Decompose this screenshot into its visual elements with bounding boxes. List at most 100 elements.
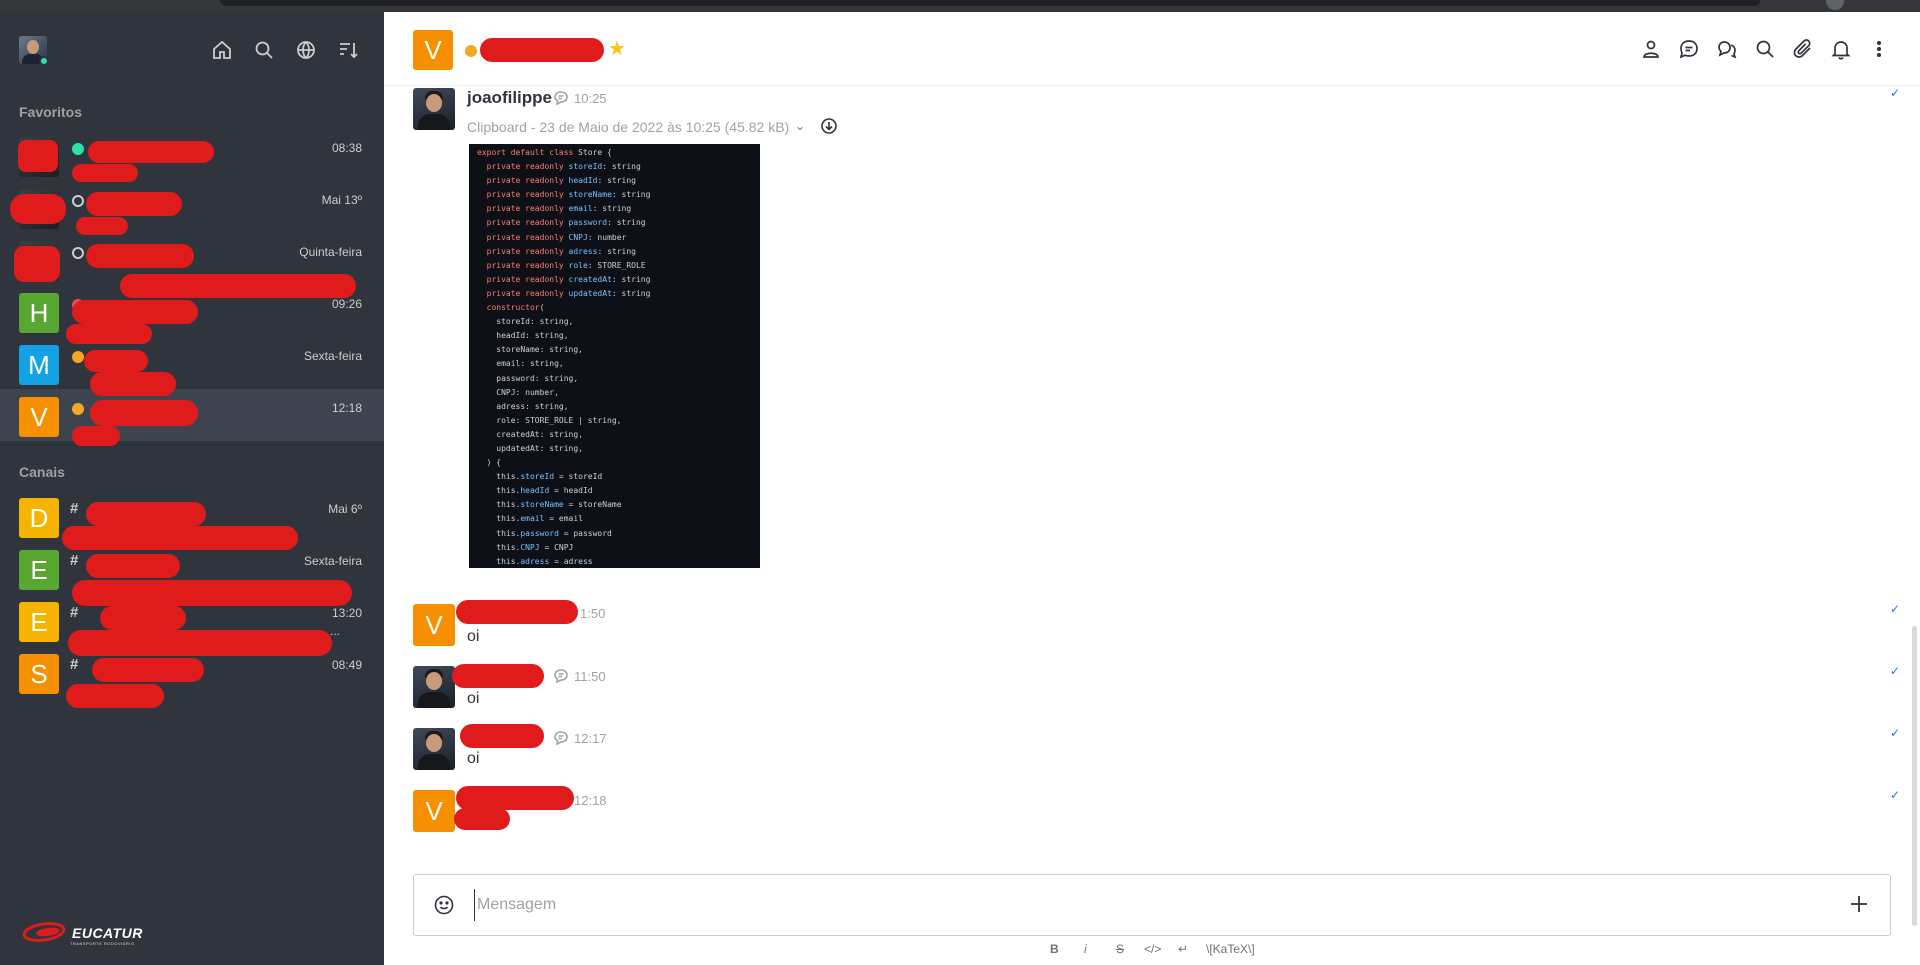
emoji-icon[interactable] xyxy=(432,893,456,917)
download-icon[interactable] xyxy=(820,117,838,135)
multiline-button[interactable]: ↵ xyxy=(1178,942,1188,956)
browser-url-bar[interactable] xyxy=(220,0,1760,6)
read-receipt-check-icon: ✓ xyxy=(1890,788,1901,802)
formatting-toolbar: B i S </> ↵ \[KaTeX\] xyxy=(384,940,1920,962)
redaction-mark xyxy=(66,684,164,708)
redaction-mark xyxy=(62,526,298,550)
status-offline-icon xyxy=(72,195,84,207)
eucatur-logo-mark xyxy=(22,922,66,942)
code-line: createdAt: string, xyxy=(477,429,583,439)
user-avatar[interactable] xyxy=(19,36,47,64)
search-icon[interactable] xyxy=(252,38,276,62)
redaction-mark xyxy=(86,554,180,578)
strike-button[interactable]: S xyxy=(1116,942,1124,956)
message-list-scrollbar[interactable] xyxy=(1912,626,1917,926)
message-avatar[interactable] xyxy=(413,728,455,770)
thread-icon[interactable] xyxy=(553,90,569,106)
sidebar-room-item[interactable]: M Sexta-feira xyxy=(0,337,384,389)
channels-section-title: Canais xyxy=(19,464,65,480)
status-away-icon xyxy=(465,45,477,57)
message-avatar[interactable] xyxy=(413,666,455,708)
discussion-icon[interactable] xyxy=(1677,37,1701,61)
message-avatar[interactable]: V xyxy=(413,604,455,646)
code-line: export default class Store { xyxy=(477,148,612,157)
directory-icon[interactable] xyxy=(294,38,318,62)
notifications-icon[interactable] xyxy=(1829,37,1853,61)
hashtag-icon: # xyxy=(70,656,79,673)
status-away-icon xyxy=(72,351,84,363)
italic-button[interactable]: i xyxy=(1084,942,1087,956)
code-line: private readonly updatedAt: string xyxy=(486,288,651,298)
redaction-mark xyxy=(88,141,214,163)
room-avatar: V xyxy=(19,397,59,437)
message-item: V 12:18 ✓ xyxy=(384,780,1920,840)
redaction-mark xyxy=(100,606,186,630)
attachment-icon[interactable] xyxy=(1791,37,1815,61)
room-time: 08:49 xyxy=(331,658,362,672)
room-header: V ★ xyxy=(384,12,1920,86)
code-line: private readonly role: STORE_ROLE xyxy=(486,260,646,270)
code-line: private readonly createdAt: string xyxy=(486,274,651,284)
message-avatar[interactable]: V xyxy=(413,790,455,832)
code-lines: export default class Store { private rea… xyxy=(477,146,752,568)
redaction-mark xyxy=(86,244,194,268)
channel-avatar: S xyxy=(19,654,59,694)
redaction-mark xyxy=(90,372,176,396)
code-line: headId: string, xyxy=(477,331,569,341)
redaction-mark xyxy=(120,274,356,298)
message-text: oi xyxy=(467,750,480,767)
status-offline-icon xyxy=(72,247,84,259)
redaction-mark xyxy=(76,217,128,235)
hashtag-icon: # xyxy=(70,604,79,621)
code-line: role: STORE_ROLE | string, xyxy=(477,415,622,425)
katex-button[interactable]: \[KaTeX\] xyxy=(1206,942,1255,956)
hashtag-icon: # xyxy=(70,500,79,517)
threads-icon[interactable] xyxy=(1715,37,1739,61)
message-list: joaofilippe 10:25 Clipboard - 23 de Maio… xyxy=(384,86,1920,926)
code-line: private readonly password: string xyxy=(486,218,646,228)
room-header-avatar[interactable]: V xyxy=(413,30,453,70)
redaction-mark xyxy=(72,300,198,324)
plus-icon[interactable] xyxy=(1846,891,1872,917)
browser-profile-icon[interactable] xyxy=(1826,0,1844,10)
code-line: private readonly headId: string xyxy=(486,176,636,186)
redaction-mark xyxy=(18,140,58,172)
redaction-mark xyxy=(454,808,510,830)
code-line: this.storeName = storeName xyxy=(477,500,622,510)
room-time: Quinta-feira xyxy=(299,245,362,259)
code-line: ) { xyxy=(477,458,502,468)
bold-button[interactable]: B xyxy=(1050,942,1059,956)
search-icon[interactable] xyxy=(1753,37,1777,61)
thread-icon[interactable] xyxy=(553,730,569,746)
room-time: Mai 6º xyxy=(328,502,362,516)
sort-icon[interactable] xyxy=(336,38,360,62)
code-screenshot-image[interactable]: export default class Store { private rea… xyxy=(469,144,760,568)
code-line: private readonly storeName: string xyxy=(486,190,651,200)
attachment-description: Clipboard - 23 de Maio de 2022 às 10:25 … xyxy=(467,119,790,135)
read-receipt-check-icon: ✓ xyxy=(1890,86,1901,100)
code-line: this.headId = headId xyxy=(477,486,593,496)
code-line: storeName: string, xyxy=(477,345,583,355)
home-icon[interactable] xyxy=(210,38,234,62)
code-line: private readonly CNPJ: number xyxy=(486,232,627,242)
code-line: private readonly email: string xyxy=(486,204,632,214)
room-time: Mai 13º xyxy=(321,193,362,207)
redaction-mark xyxy=(460,724,544,748)
code-line: email: string, xyxy=(477,359,564,369)
message-author[interactable]: joaofilippe xyxy=(467,88,552,108)
message-item: 12:17 oi ✓ xyxy=(384,718,1920,770)
kebab-menu-icon[interactable] xyxy=(1867,37,1891,61)
code-button[interactable]: </> xyxy=(1144,942,1161,956)
code-line: adress: string, xyxy=(477,401,569,411)
room-time: 13:20 xyxy=(331,606,362,620)
eucatur-logo: EUCATUR TRANSPORTE RODOVIÁRIO xyxy=(22,920,154,950)
read-receipt-check-icon: ✓ xyxy=(1890,664,1901,678)
message-item: 11:50 oi ✓ xyxy=(384,656,1920,708)
message-input[interactable] xyxy=(474,889,1774,921)
user-info-icon[interactable] xyxy=(1639,37,1663,61)
favorite-star-icon[interactable]: ★ xyxy=(608,36,626,61)
thread-icon[interactable] xyxy=(553,668,569,684)
message-avatar[interactable] xyxy=(413,88,455,130)
room-time: Sexta-feira xyxy=(303,554,362,568)
chevron-down-icon[interactable]: ⌄ xyxy=(795,119,805,133)
